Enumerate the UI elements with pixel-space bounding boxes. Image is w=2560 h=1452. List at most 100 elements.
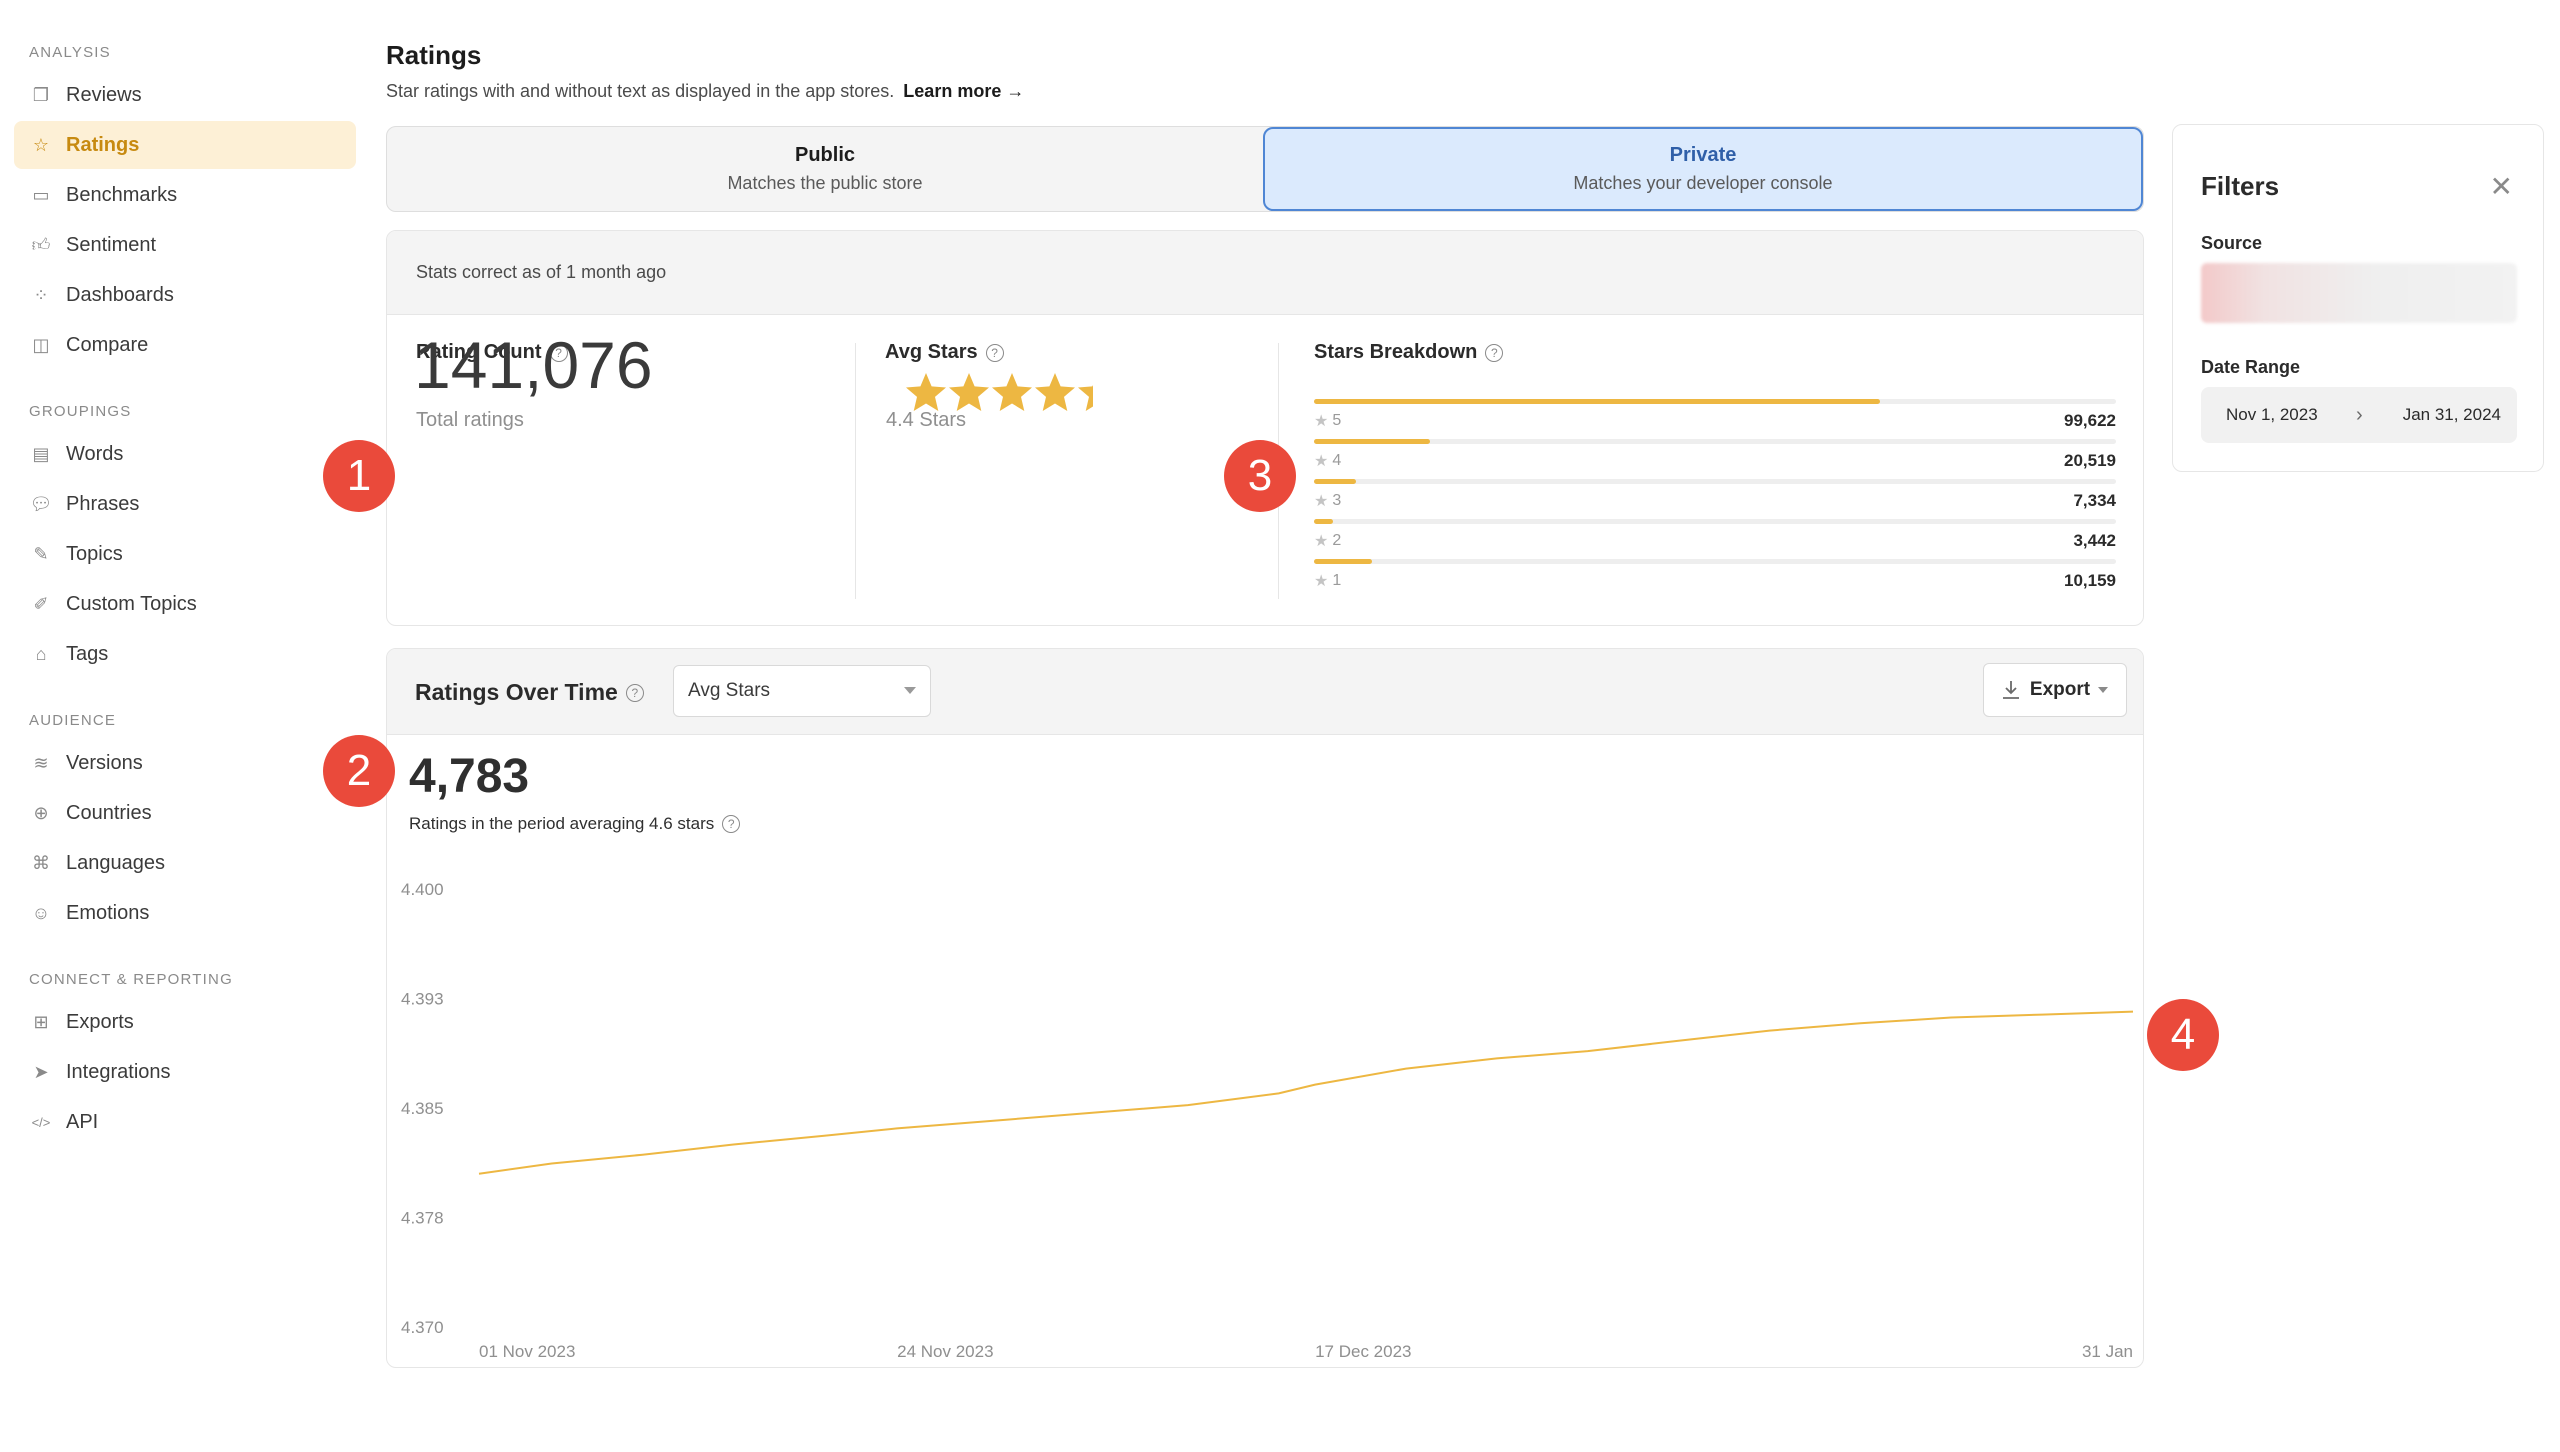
date-range-picker[interactable]: Nov 1, 2023 › Jan 31, 2024: [2201, 387, 2517, 443]
thumbs-up-icon: 👍︎: [31, 235, 51, 255]
segment-private-subtitle: Matches your developer console: [1573, 173, 1833, 193]
sidebar-item-countries[interactable]: ⊕ Countries: [14, 789, 356, 837]
annotation-marker-2: 2: [323, 735, 395, 807]
sidebar-item-ratings[interactable]: ☆ Ratings: [14, 121, 356, 169]
sidebar-item-label: Versions: [66, 751, 143, 774]
learn-more-link[interactable]: Learn more →: [903, 81, 1024, 101]
breakdown-row: ★ 4 20,519: [1314, 439, 2116, 470]
breakdown-bar-fill: [1314, 559, 1372, 564]
sidebar-item-label: Words: [66, 442, 124, 465]
x-tick-label: 24 Nov 2023: [897, 1342, 993, 1361]
sidebar-item-exports[interactable]: ⊞ Exports: [14, 998, 356, 1046]
breakdown-star-number: 2: [1332, 532, 1342, 549]
avg-stars-caption: 4.4 Stars: [886, 409, 967, 431]
stars-breakdown-title: Stars Breakdown ?: [1314, 341, 1504, 364]
breakdown-bar-track: [1314, 439, 2116, 444]
sidebar-item-dashboards[interactable]: ⁘ Dashboards: [14, 271, 356, 319]
sidebar-item-label: Compare: [66, 333, 149, 356]
compare-icon: ◫: [32, 334, 50, 355]
sidebar-item-reviews[interactable]: ❐ Reviews: [14, 71, 356, 119]
sidebar-item-compare[interactable]: ◫ Compare: [14, 321, 356, 369]
segment-private-title: Private: [1669, 144, 1737, 166]
sidebar-item-label: Topics: [66, 542, 123, 565]
sidebar-item-words[interactable]: ▤ Words: [14, 430, 356, 478]
series-line: [478, 1010, 2134, 1175]
breakdown-star-label: ★ 3: [1314, 491, 1341, 511]
star-icon: ☆: [32, 134, 50, 155]
code-icon: </>: [31, 1114, 51, 1130]
sidebar-item-label: Countries: [66, 801, 152, 824]
tag-icon: ⌂: [35, 643, 47, 664]
breakdown-star-label: ★ 4: [1314, 451, 1341, 471]
help-icon[interactable]: ?: [1485, 343, 1504, 362]
breakdown-bar-track: [1314, 559, 2116, 564]
segment-private[interactable]: Private Matches your developer console: [1263, 127, 2143, 211]
page-subtitle: Star ratings with and without text as di…: [386, 81, 2144, 102]
nav-group: AUDIENCE ≋ Versions ⊕ Countries ⌘ Languages ☺ Em…: [14, 712, 356, 937]
breakdown-star-label: ★ 5: [1314, 411, 1341, 431]
sidebar-item-label: Benchmarks: [66, 183, 178, 206]
sidebar-item-languages[interactable]: ⌘ Languages: [14, 839, 356, 887]
date-range-label: Date Range: [2201, 357, 2301, 377]
star-icon: ★: [1314, 413, 1329, 430]
sidebar-item-label: Integrations: [66, 1060, 171, 1083]
translate-icon: ⌘: [32, 852, 50, 873]
ratings-line-chart: 4.400 4.393 4.385 4.378 4.370 01 Nov 2023 24 N…: [401, 880, 2134, 1361]
stars-breakdown-panel: Stars Breakdown ?: [1314, 341, 1504, 364]
sidebar-item-label: Reviews: [66, 83, 142, 106]
breakdown-count: 7,334: [2073, 491, 2116, 510]
speech-bubble-icon: 💬︎: [29, 493, 53, 514]
sidebar-item-label: Dashboards: [66, 283, 174, 306]
star-icon: [949, 373, 989, 411]
y-tick-label: 4.378: [401, 1209, 444, 1228]
star-icon: ★: [1314, 573, 1329, 590]
x-tick-label: 01 Nov 2023: [479, 1342, 575, 1361]
breakdown-bar-fill: [1314, 439, 1431, 444]
star-icon: [1078, 384, 1093, 411]
annotation-marker-3: 3: [1224, 440, 1296, 512]
breakdown-bar-track: [1314, 519, 2116, 524]
segment-public[interactable]: Public Matches the public store: [387, 127, 1263, 211]
breakdown-count: 10,159: [2064, 571, 2116, 590]
star-icon: [1035, 373, 1075, 411]
nav-group: CONNECT & REPORTING ⊞ Exports ➤ Integrations…: [14, 971, 356, 1146]
sidebar-item-integrations[interactable]: ➤ Integrations: [14, 1048, 356, 1096]
page-title: Ratings: [386, 40, 482, 70]
send-icon: ➤: [33, 1061, 49, 1082]
globe-icon: ⊕: [33, 802, 49, 823]
sidebar-item-topics[interactable]: ✎ Topics: [14, 530, 356, 578]
rating-count-caption: Total ratings: [416, 409, 524, 431]
source-select[interactable]: [2201, 263, 2517, 323]
breakdown-star-number: 3: [1332, 492, 1342, 509]
sidebar-item-phrases[interactable]: 💬︎ Phrases: [14, 480, 356, 528]
sidebar-item-label: Ratings: [66, 133, 140, 156]
help-icon[interactable]: ?: [985, 343, 1004, 362]
sidebar-item-tags[interactable]: ⌂ Tags: [14, 630, 356, 678]
breakdown-row: ★ 1 10,159: [1314, 559, 2116, 590]
stats-card: Stats correct as of 1 month ago Rating C…: [386, 230, 2144, 626]
divider: [855, 343, 856, 599]
sidebar: ANALYSIS ❐ Reviews ☆ Ratings ▭ Benchmarks 👍︎ Sen…: [0, 0, 370, 1452]
breakdown-count: 3,442: [2073, 531, 2116, 550]
annotation-marker-4: 4: [2147, 999, 2219, 1071]
segment-public-title: Public: [794, 144, 855, 166]
source-label: Source: [2201, 233, 2263, 253]
sidebar-item-sentiment[interactable]: 👍︎ Sentiment: [14, 221, 356, 269]
breakdown-row: ★ 2 3,442: [1314, 519, 2116, 550]
sidebar-item-versions[interactable]: ≋ Versions: [14, 739, 356, 787]
nav-section-label: AUDIENCE: [29, 712, 117, 729]
public-private-toggle: Public Matches the public store Private …: [386, 126, 2144, 212]
words-icon: ▤: [32, 443, 50, 464]
sidebar-item-api[interactable]: </> API: [14, 1098, 356, 1146]
sidebar-item-emotions[interactable]: ☺ Emotions: [14, 889, 356, 937]
sidebar-item-benchmarks[interactable]: ▭ Benchmarks: [14, 171, 356, 219]
filters-panel: Filters ✕ Source Date Range Nov 1, 2023 …: [2172, 124, 2544, 472]
rating-count-value: 141,076: [414, 328, 653, 402]
close-icon[interactable]: ✕: [2490, 173, 2513, 201]
nav-section-label: GROUPINGS: [29, 403, 132, 420]
breakdown-star-number: 5: [1332, 412, 1342, 429]
y-tick-label: 4.370: [401, 1318, 444, 1337]
breakdown-star-label: ★ 2: [1314, 531, 1341, 551]
date-to: Jan 31, 2024: [2402, 405, 2501, 424]
sidebar-item-custom-topics[interactable]: ✐ Custom Topics: [14, 580, 356, 628]
